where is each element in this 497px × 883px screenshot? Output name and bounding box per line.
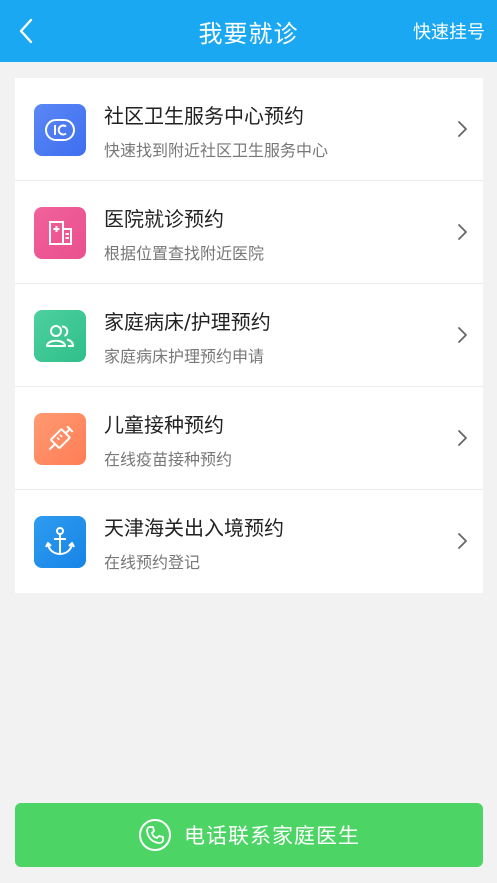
chevron-right-icon: [458, 327, 467, 343]
item-subtitle: 家庭病床护理预约申请: [104, 347, 265, 366]
item-title: 儿童接种预约: [104, 413, 224, 437]
list-item-community-health-center[interactable]: 社区卫生服务中心预约 快速找到附近社区卫生服务中心: [15, 78, 483, 181]
item-subtitle: 根据位置查找附近医院: [104, 244, 265, 263]
chevron-right-icon: [458, 430, 467, 446]
hospital-building-icon: [34, 207, 86, 259]
item-subtitle: 在线疫苗接种预约: [104, 450, 233, 469]
list-item-home-care-appointment[interactable]: 家庭病床/护理预约 家庭病床护理预约申请: [15, 284, 483, 387]
list-item-customs-appointment[interactable]: 天津海关出入境预约 在线预约登记: [15, 490, 483, 593]
chevron-right-icon: [458, 224, 467, 240]
chevron-right-icon: [458, 533, 467, 549]
item-title: 家庭病床/护理预约: [104, 310, 271, 334]
top-bar: 我要就诊 快速挂号: [0, 0, 497, 62]
call-button-label: 电话联系家庭医生: [184, 824, 360, 848]
syringe-icon: [34, 413, 86, 465]
chevron-right-icon: [458, 121, 467, 137]
item-title: 天津海关出入境预约: [104, 516, 284, 540]
community-health-center-icon: [34, 104, 86, 156]
list-item-hospital-appointment[interactable]: 医院就诊预约 根据位置查找附近医院: [15, 181, 483, 284]
item-title: 社区卫生服务中心预约: [104, 104, 304, 128]
people-icon: [34, 310, 86, 362]
quick-register-button[interactable]: 快速挂号: [413, 0, 485, 62]
item-subtitle: 快速找到附近社区卫生服务中心: [104, 141, 329, 160]
anchor-icon: [34, 516, 86, 568]
call-family-doctor-button[interactable]: 电话联系家庭医生: [15, 803, 483, 867]
appointment-list: 社区卫生服务中心预约 快速找到附近社区卫生服务中心 医院就诊预约 根据位置查找附…: [15, 78, 483, 593]
item-title: 医院就诊预约: [104, 207, 224, 231]
phone-icon: [138, 818, 172, 852]
list-item-child-vaccination[interactable]: 儿童接种预约 在线疫苗接种预约: [15, 387, 483, 490]
page: 我要就诊 快速挂号 社区卫生服务中心预约 快速找到附近社区卫生服务中心 医院就诊…: [0, 0, 497, 883]
item-subtitle: 在线预约登记: [104, 553, 201, 572]
